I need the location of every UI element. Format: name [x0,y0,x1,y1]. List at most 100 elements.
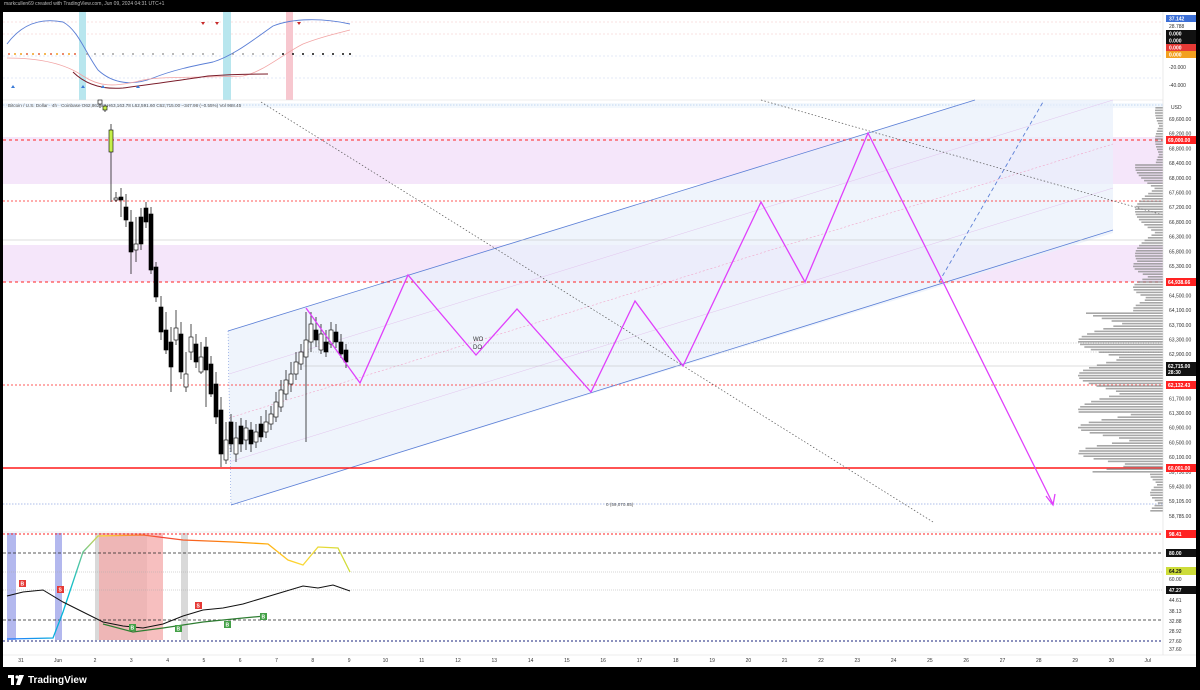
volume-profile-bar [1154,231,1163,234]
volume-profile-bar [1155,135,1163,138]
volume-profile-bar [1155,109,1163,112]
volume-profile-bar [1107,460,1163,463]
candle-body [133,243,139,251]
time-axis-label: Jun [54,658,62,664]
volume-profile-bar [1155,107,1163,109]
volume-profile-bar [1155,143,1163,145]
candle-body [343,349,349,363]
candle-body [273,401,279,418]
volume-profile-bar [1158,125,1163,127]
time-axis-label: 3 [130,658,133,664]
bottom-tag-80: 80.00 [1169,551,1182,557]
volume-profile-bar [1155,140,1163,143]
volume-profile-bar [1116,359,1163,361]
candle-body [253,431,259,443]
candle-body [238,425,244,445]
chart-canvas[interactable]: WO DO 0 (59,070.85) Bitcoin / U.S. Dolla… [3,12,1196,667]
volume-profile-bar [1148,192,1163,195]
volume-profile-bar [1150,510,1163,512]
price-axis-label: 67,600.00 [1169,191,1191,197]
time-axis-label: 22 [818,658,824,664]
bottom-scale-label: 28.92 [1169,629,1182,635]
time-axis: 31 Jun 2 3 4 5 6 7 8 9 10 11 12 13 14 15 16 17 18 19 20 21 22 2… [3,654,1196,664]
volume-profile-bar [1080,424,1163,426]
price-axis-label: 60,100.00 [1169,455,1191,461]
volume-profile-bar [1102,434,1163,437]
price-scale: 69,600.0069,200.0068,800.0068,400.0068,0… [1162,12,1196,667]
time-axis-label: 4 [166,658,169,664]
volume-profile-bar [1156,159,1163,161]
top-scale-label: -40.000 [1169,83,1186,89]
time-axis-label: 26 [963,658,969,664]
time-axis-label: 10 [383,658,389,664]
svg-text:B: B [177,627,181,633]
volume-profile-bar [1091,400,1163,403]
bottom-scale-label: 32.88 [1169,619,1182,625]
candle-body [128,221,134,253]
time-axis-label: 13 [492,658,498,664]
candle-body [168,341,174,368]
volume-profile-bar [1080,406,1163,408]
top-value: 28.788 [1169,24,1185,30]
time-axis-label: 24 [891,658,897,664]
tradingview-logo[interactable]: TradingView [8,674,87,686]
volume-profile-bar [1157,502,1163,504]
volume-profile-bar [1108,354,1163,356]
volume-profile-bar [1099,351,1163,353]
candle-body [163,329,169,351]
volume-profile-bar [1137,203,1163,205]
volume-profile-bar [1083,369,1163,372]
bottom-scale-label: 44.61 [1169,598,1182,604]
volume-profile-bar [1105,387,1163,390]
footer-bar [0,668,1200,690]
time-axis-label: 8 [311,658,314,664]
price-axis-label: 64,100.00 [1169,308,1191,314]
price-axis-label: 67,200.00 [1169,205,1191,211]
volume-profile-bar [1140,294,1163,296]
volume-profile-bar [1145,296,1163,299]
volume-profile-bar [1094,330,1163,333]
volume-profile-bar [1089,432,1163,434]
volume-profile-bar [1122,322,1163,325]
candle-body [213,383,219,418]
svg-text:B: B [21,582,25,588]
volume-profile-bar [1144,179,1163,182]
volume-profile-bar [1078,452,1163,455]
volume-profile-bar [1086,312,1163,314]
price-axis-label: 65,300.00 [1169,264,1191,270]
volume-profile-bar [1141,198,1163,200]
price-axis-label: 68,000.00 [1169,176,1191,182]
volume-profile-bar [1085,447,1163,450]
volume-profile-bar [1156,120,1163,122]
time-axis-label: 9 [348,658,351,664]
candle-body [318,333,324,351]
volume-profile-bar [1155,133,1163,135]
volume-profile-bar [1133,265,1163,268]
volume-profile-bar [1092,471,1163,473]
volume-profile-bar [1144,224,1163,226]
volume-profile-bar [1157,122,1163,125]
time-axis-label: 12 [455,658,461,664]
annotation-wo: WO [473,337,484,343]
volume-profile-bar [1133,263,1163,265]
volume-profile-bar [1119,356,1163,359]
candle-body [233,437,239,455]
volume-profile-bar [1101,317,1163,320]
volume-profile-bar [1133,309,1163,312]
volume-profile-bar [1135,252,1163,255]
volume-profile-bar [1078,341,1163,343]
volume-profile-bar [1081,429,1163,431]
volume-profile-bar [1156,148,1163,151]
volume-profile-bar [1155,112,1163,114]
volume-profile-bar [1119,437,1163,439]
bottom-tag-value2: 47.27 [1169,588,1182,594]
time-axis-label: 11 [419,658,424,664]
candle-body [258,423,264,438]
top-indicator-pane [3,12,1196,101]
time-axis-label: 2 [94,658,97,664]
volume-profile-bar [1155,161,1163,164]
volume-profile-bar [1090,348,1163,351]
volume-profile-bar [1157,127,1163,130]
volume-profile-bar [1135,169,1163,171]
candle-body [158,306,164,333]
